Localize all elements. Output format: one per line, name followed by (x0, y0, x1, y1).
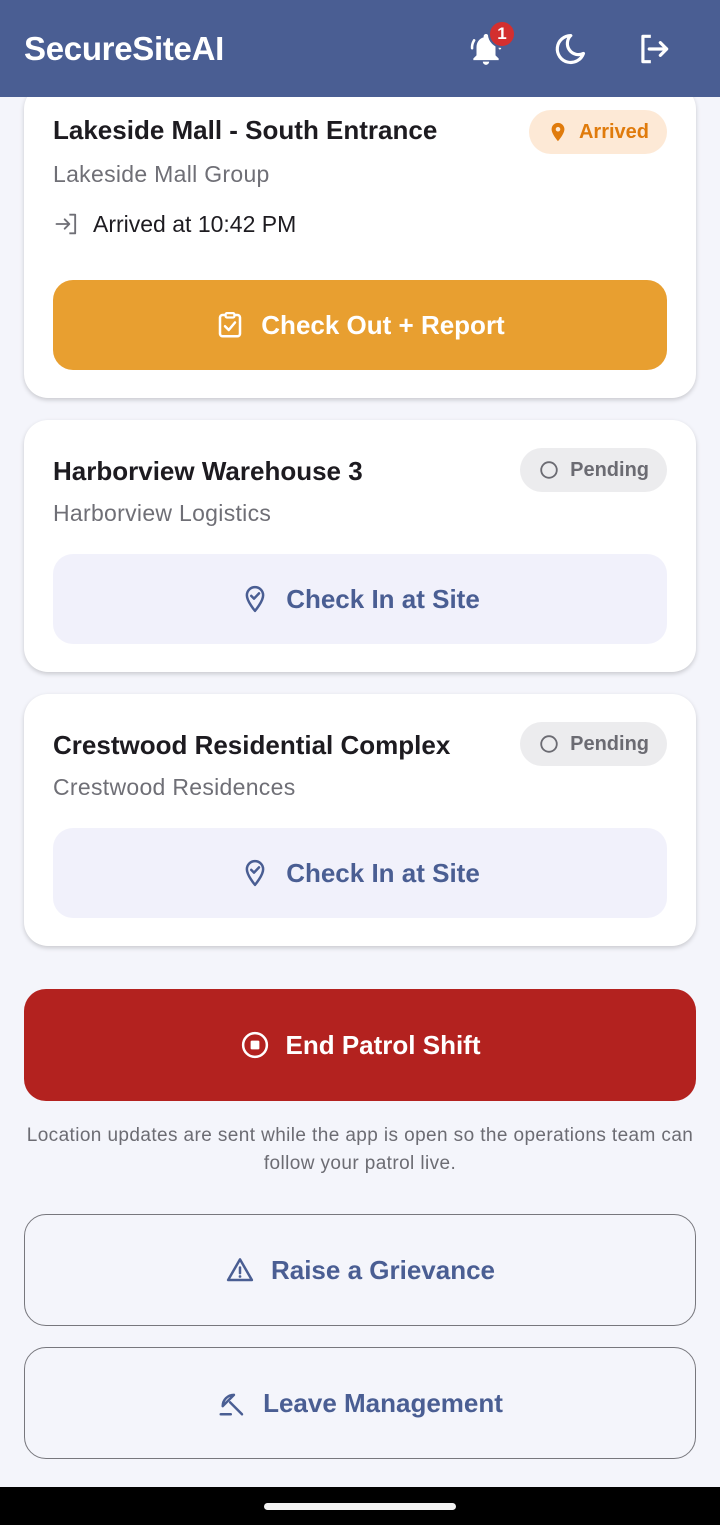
beach-umbrella-icon (219, 1393, 244, 1416)
stop-circle-icon (241, 1031, 268, 1059)
site-client: Lakeside Mall Group (53, 161, 270, 187)
check-out-report-button[interactable]: Check Out + Report (53, 280, 667, 370)
site-card: Crestwood Residential Complex Pending Cr… (24, 694, 696, 946)
location-updates-note: Location updates are sent while the app … (26, 1125, 694, 1174)
check-out-report-label: Check Out + Report (261, 309, 505, 340)
site-name: Crestwood Residential Complex (53, 730, 451, 760)
location-check-icon (245, 585, 265, 613)
circle-outline-icon (540, 735, 558, 753)
circle-outline-icon (540, 461, 558, 479)
raise-grievance-button[interactable]: Raise a Grievance (24, 1214, 696, 1326)
location-pin-icon (551, 122, 565, 142)
status-label: Pending (570, 458, 649, 481)
check-in-label: Check In at Site (286, 857, 480, 888)
check-in-button[interactable]: Check In at Site (53, 554, 667, 644)
end-patrol-shift-label: End Patrol Shift (285, 1029, 481, 1060)
leave-management-label: Leave Management (263, 1387, 503, 1418)
logout-button[interactable] (612, 14, 696, 84)
clipboard-check-icon (219, 312, 242, 338)
arrival-time: Arrived at 10:42 PM (53, 210, 296, 238)
end-patrol-shift-button[interactable]: End Patrol Shift (24, 989, 696, 1101)
logout-icon (641, 34, 669, 63)
notifications-button[interactable]: 1 (444, 14, 528, 84)
site-card: Lakeside Mall - South Entrance Arrived L… (24, 97, 696, 398)
raise-grievance-label: Raise a Grievance (270, 1254, 496, 1285)
site-client: Crestwood Residences (53, 774, 296, 800)
status-badge: Pending (520, 448, 667, 492)
status-label: Arrived (578, 120, 649, 143)
site-card: Harborview Warehouse 3 Pending Harborvie… (24, 420, 696, 672)
patrol-content: Lakeside Mall - South Entrance Arrived L… (0, 97, 720, 1487)
app-bar: SecureSiteAI 1 (0, 0, 720, 97)
theme-toggle-button[interactable] (528, 14, 612, 84)
moon-icon (555, 33, 586, 64)
status-badge: Arrived (528, 110, 667, 154)
location-check-icon (245, 859, 265, 887)
status-badge: Pending (520, 722, 667, 766)
app-title: SecureSiteAI (24, 29, 224, 67)
site-name: Lakeside Mall - South Entrance (53, 115, 438, 145)
leave-management-button[interactable]: Leave Management (24, 1347, 696, 1459)
home-indicator[interactable] (264, 1503, 456, 1510)
system-navigation-bar (0, 1487, 720, 1525)
site-client: Harborview Logistics (53, 500, 272, 526)
arrival-time-text: Arrived at 10:42 PM (93, 210, 297, 237)
notification-count-badge: 1 (488, 19, 516, 48)
warning-triangle-icon (226, 1258, 254, 1282)
status-label: Pending (570, 732, 649, 755)
site-name: Harborview Warehouse 3 (53, 456, 363, 486)
login-icon (55, 213, 77, 235)
check-in-button[interactable]: Check In at Site (53, 828, 667, 918)
check-in-label: Check In at Site (286, 583, 480, 614)
app-bar-actions: 1 (444, 14, 696, 84)
